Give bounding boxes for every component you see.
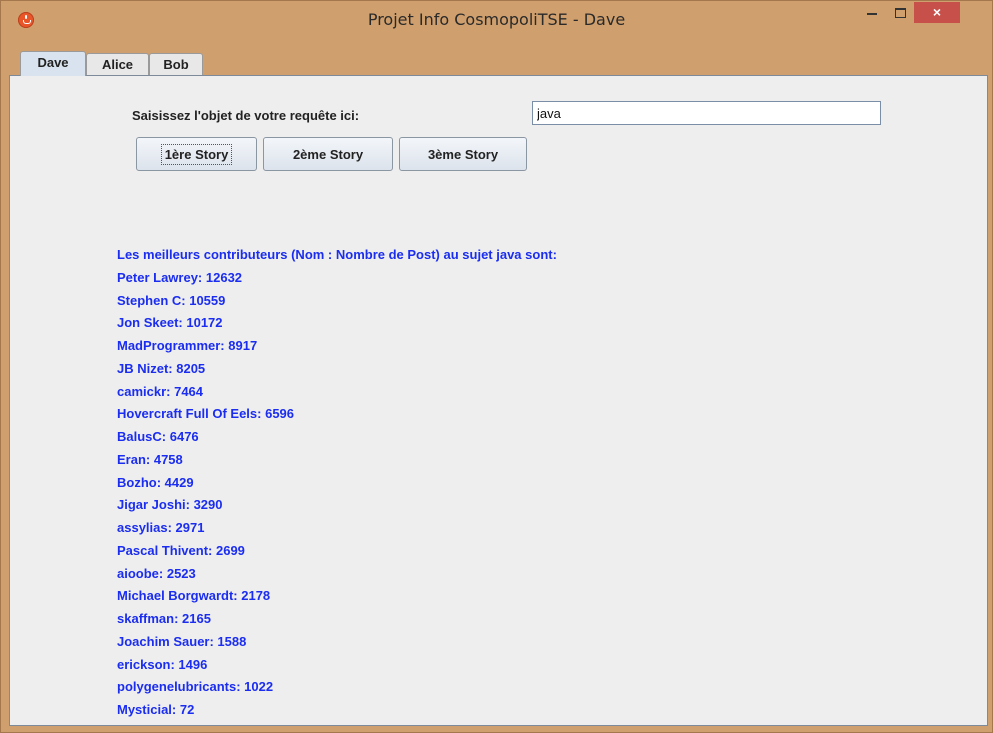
results-list: Les meilleurs contributeurs (Nom : Nombr… <box>117 245 557 723</box>
list-item: polygenelubricants: 1022 <box>117 679 274 695</box>
tab-alice[interactable]: Alice <box>86 53 149 75</box>
tab-bob[interactable]: Bob <box>149 53 203 75</box>
window-title: Projet Info CosmopoliTSE - Dave <box>367 10 626 29</box>
maximize-icon <box>895 8 906 18</box>
list-item: Hovercraft Full Of Eels: 6596 <box>117 406 295 422</box>
query-label: Saisissez l'objet de votre requête ici: <box>132 108 360 123</box>
results-header: Les meilleurs contributeurs (Nom : Nombr… <box>117 247 557 262</box>
list-item: BalusC: 6476 <box>117 429 199 444</box>
list-item: Stephen C: 10559 <box>117 292 226 308</box>
list-item: Bozho: 4429 <box>117 474 194 490</box>
list-item: Mysticial: 72 <box>117 702 195 717</box>
list-item: Jigar Joshi: 3290 <box>117 497 223 513</box>
list-item: Michael Borgwardt: 2178 <box>117 588 271 604</box>
list-item: MadProgrammer: 8917 <box>117 338 258 353</box>
list-item: Joachim Sauer: 1588 <box>117 633 247 649</box>
list-item: Eran: 4758 <box>117 451 183 467</box>
close-icon: × <box>932 4 942 20</box>
list-item: JB Nizet: 8205 <box>117 360 206 376</box>
tab-dave[interactable]: Dave <box>20 51 86 76</box>
second-story-button[interactable]: 2ème Story <box>263 137 393 171</box>
minimize-icon <box>867 13 877 15</box>
tab-strip: Dave Alice Bob <box>9 51 986 76</box>
list-item: aioobe: 2523 <box>117 565 196 581</box>
list-item: Pascal Thivent: 2699 <box>117 542 245 558</box>
list-item: assylias: 2971 <box>117 520 205 535</box>
list-item: Jon Skeet: 10172 <box>117 315 223 331</box>
close-button[interactable]: × <box>914 2 960 23</box>
first-story-button[interactable]: 1ère Story <box>136 137 257 171</box>
title-bar[interactable]: Projet Info CosmopoliTSE - Dave × <box>1 1 992 39</box>
list-item: camickr: 7464 <box>117 383 204 399</box>
first-story-label: 1ère Story <box>160 143 233 165</box>
list-item: Peter Lawrey: 12632 <box>117 269 243 285</box>
minimize-button[interactable] <box>858 2 886 23</box>
list-item: erickson: 1496 <box>117 656 208 672</box>
maximize-button[interactable] <box>887 2 914 23</box>
query-input[interactable] <box>532 101 881 125</box>
app-window: Projet Info CosmopoliTSE - Dave × Dave A… <box>0 0 993 733</box>
list-item: skaffman: 2165 <box>117 611 211 626</box>
third-story-button[interactable]: 3ème Story <box>399 137 527 171</box>
